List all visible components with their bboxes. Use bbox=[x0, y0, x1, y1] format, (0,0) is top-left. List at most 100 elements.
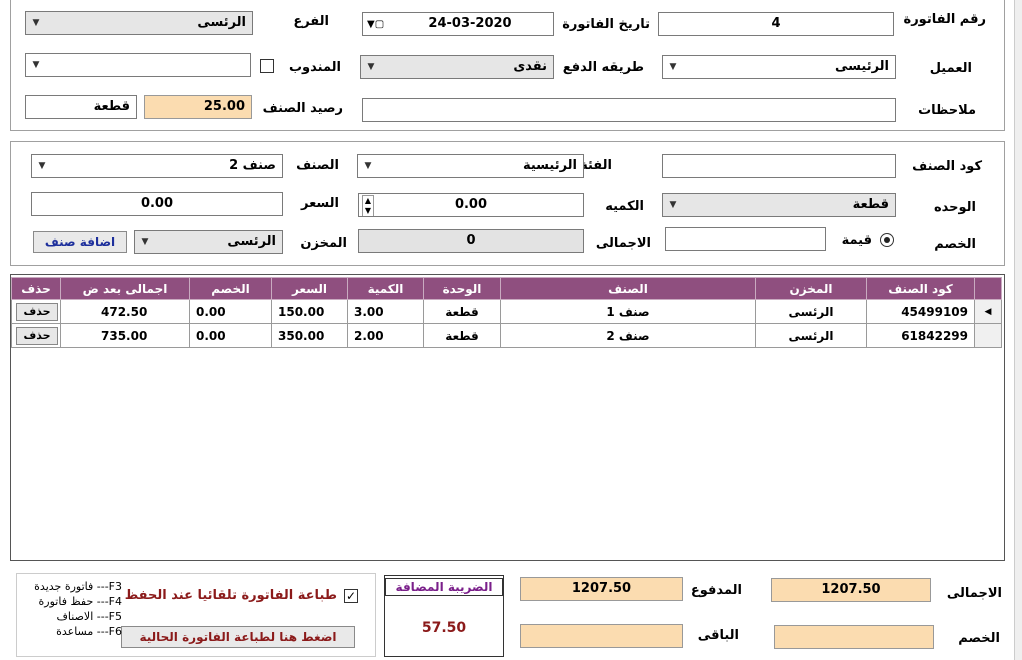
cell-unit[interactable]: قطعة bbox=[423, 323, 501, 348]
cell-discount[interactable]: 0.00 bbox=[189, 323, 272, 348]
delete-row-button[interactable]: حذف bbox=[16, 326, 58, 345]
paid-field[interactable]: 1207.50 bbox=[520, 577, 683, 601]
cell-code[interactable]: 61842299 bbox=[866, 323, 975, 348]
discount-value-radio[interactable] bbox=[880, 233, 894, 247]
chevron-down-icon: ▼ bbox=[32, 18, 40, 28]
cell-store[interactable]: الرئسى bbox=[755, 299, 867, 324]
rep-label: المندوب bbox=[288, 60, 341, 75]
payment-method-label: طريقه الدفع bbox=[562, 60, 644, 75]
invoice-date-value: 24-03-2020 bbox=[428, 16, 512, 31]
chevron-down-icon: ▼ bbox=[669, 200, 677, 210]
shortcut-list: فاتورة جديدة ---F3 حفظ فاتورة ---F4 الاص… bbox=[26, 579, 122, 639]
spin-arrows-icon[interactable]: ▲ ▼ bbox=[362, 195, 374, 216]
cell-delete: حذف bbox=[11, 299, 61, 324]
line-total-field: 0 bbox=[358, 229, 584, 253]
row-selector-header bbox=[974, 277, 1002, 300]
payment-method-value: نقدى bbox=[513, 59, 547, 74]
price-field[interactable]: 0.00 bbox=[31, 192, 283, 216]
invoice-date-label: تاريخ الفاتورة bbox=[562, 17, 650, 32]
col-header-discount[interactable]: الخصم bbox=[189, 277, 272, 300]
branch-select[interactable]: الرئسى ▼ bbox=[25, 11, 253, 35]
quantity-stepper[interactable]: 0.00 ▲ ▼ bbox=[358, 193, 584, 217]
paid-label: المدفوع bbox=[690, 583, 742, 598]
unit-value: قطعة bbox=[852, 197, 889, 212]
col-header-code[interactable]: كود الصنف bbox=[866, 277, 975, 300]
branch-value: الرئسى bbox=[197, 15, 246, 30]
category-select[interactable]: الرئيسية ▼ bbox=[357, 154, 584, 178]
cell-store[interactable]: الرئسى bbox=[755, 323, 867, 348]
chevron-down-icon: ▼ bbox=[364, 161, 372, 171]
rep-checkbox[interactable] bbox=[260, 59, 274, 73]
footer-discount-field[interactable] bbox=[774, 625, 934, 649]
cell-code[interactable]: 45499109 bbox=[866, 299, 975, 324]
print-current-invoice-button[interactable]: اضغط هنا لطباعة الفاتورة الحالية bbox=[121, 626, 355, 648]
store-select[interactable]: الرئسى ▼ bbox=[134, 230, 283, 254]
cell-price[interactable]: 150.00 bbox=[271, 299, 348, 324]
footer-discount-label: الخصم bbox=[958, 631, 1000, 646]
cell-item[interactable]: صنف 2 bbox=[500, 323, 756, 348]
col-header-price[interactable]: السعر bbox=[271, 277, 348, 300]
rep-select[interactable]: ▼ bbox=[25, 53, 251, 77]
row-selector[interactable] bbox=[974, 323, 1002, 348]
quantity-value: 0.00 bbox=[454, 197, 488, 212]
item-value: صنف 2 bbox=[229, 158, 276, 173]
table-row[interactable]: 61842299 الرئسى صنف 2 قطعة 2.00 350.00 0… bbox=[11, 323, 1002, 348]
grid-header-row: كود الصنف المخزن الصنف الوحدة الكمية الس… bbox=[11, 277, 1002, 300]
shortcut-items: الاصناف ---F5 bbox=[56, 610, 122, 623]
cell-total[interactable]: 472.50 bbox=[60, 299, 190, 324]
branch-label: الفرع bbox=[293, 14, 329, 29]
col-header-delete[interactable]: حذف bbox=[11, 277, 61, 300]
cell-qty[interactable]: 2.00 bbox=[347, 323, 424, 348]
cell-total[interactable]: 735.00 bbox=[60, 323, 190, 348]
cell-unit[interactable]: قطعة bbox=[423, 299, 501, 324]
chevron-down-icon: ▼ bbox=[669, 62, 677, 72]
unit-select[interactable]: قطعة ▼ bbox=[662, 193, 896, 217]
cell-qty[interactable]: 3.00 bbox=[347, 299, 424, 324]
items-grid: كود الصنف المخزن الصنف الوحدة الكمية الس… bbox=[11, 277, 1002, 348]
col-header-unit[interactable]: الوحدة bbox=[423, 277, 501, 300]
total-label: الاجمالى bbox=[595, 236, 651, 251]
chevron-down-icon: ▼ bbox=[38, 161, 46, 171]
delete-row-button[interactable]: حذف bbox=[16, 302, 58, 321]
customer-label: العميل bbox=[929, 61, 972, 76]
discount-value-field[interactable] bbox=[665, 227, 826, 251]
discount-type-label: قيمة bbox=[841, 233, 872, 248]
customer-value: الرئيسى bbox=[835, 59, 889, 74]
table-row[interactable]: ◀ 45499109 الرئسى صنف 1 قطعة 3.00 150.00… bbox=[11, 299, 1002, 324]
category-label: الفئة bbox=[580, 158, 612, 173]
row-selector[interactable]: ◀ bbox=[974, 299, 1002, 324]
auto-print-checkbox[interactable]: ✓ bbox=[344, 589, 358, 603]
item-balance-label: رصيد الصنف bbox=[262, 101, 343, 116]
col-header-qty[interactable]: الكمية bbox=[347, 277, 424, 300]
invoice-no-field[interactable]: 4 bbox=[658, 12, 894, 36]
store-value: الرئسى bbox=[227, 234, 276, 249]
cell-item[interactable]: صنف 1 bbox=[500, 299, 756, 324]
unit-label: الوحده bbox=[933, 200, 976, 215]
col-header-total[interactable]: اجمالى بعد ض bbox=[60, 277, 190, 300]
vat-label: الضريبة المضافة bbox=[385, 578, 503, 596]
customer-select[interactable]: الرئيسى ▼ bbox=[662, 55, 896, 79]
cell-delete: حذف bbox=[11, 323, 61, 348]
payment-method-select[interactable]: نقدى ▼ bbox=[360, 55, 554, 79]
notes-label: ملاحظات bbox=[918, 103, 976, 118]
col-header-store[interactable]: المخزن bbox=[755, 277, 867, 300]
category-value: الرئيسية bbox=[522, 158, 577, 173]
shortcut-new-invoice: فاتورة جديدة ---F3 bbox=[34, 580, 122, 593]
item-select[interactable]: صنف 2 ▼ bbox=[31, 154, 283, 178]
item-code-field[interactable] bbox=[662, 154, 896, 178]
col-header-item[interactable]: الصنف bbox=[500, 277, 756, 300]
item-balance-field: 25.00 bbox=[144, 95, 252, 119]
notes-field[interactable] bbox=[362, 98, 896, 122]
store-label: المخزن bbox=[300, 236, 347, 251]
invoice-date-picker[interactable]: 24-03-2020 ▼▢ bbox=[362, 12, 554, 36]
add-item-button[interactable]: اضافة صنف bbox=[33, 231, 127, 253]
calendar-dropdown-icon[interactable]: ▼▢ bbox=[367, 15, 384, 35]
cell-price[interactable]: 350.00 bbox=[271, 323, 348, 348]
footer-total-field: 1207.50 bbox=[771, 578, 931, 602]
item-balance-unit-field: قطعة bbox=[25, 95, 137, 119]
cell-discount[interactable]: 0.00 bbox=[189, 299, 272, 324]
quantity-label: الكميه bbox=[605, 199, 644, 214]
chevron-down-icon: ▼ bbox=[32, 60, 40, 70]
auto-print-label: طباعة الفاتورة تلقائيا عند الحفظ bbox=[124, 588, 337, 603]
footer-total-label: الاجمالى bbox=[946, 586, 1002, 601]
